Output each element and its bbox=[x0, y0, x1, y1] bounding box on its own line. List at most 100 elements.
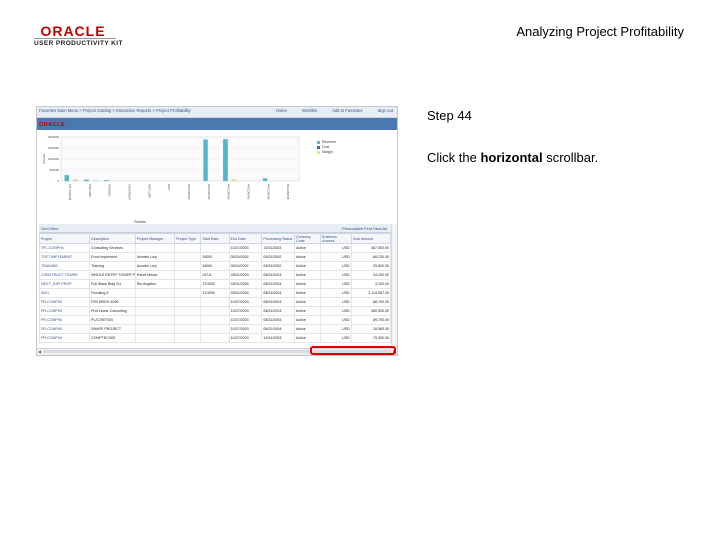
table-cell bbox=[174, 315, 202, 325]
project-link[interactable]: PR-CONPH3 bbox=[38, 315, 91, 325]
profitability-chart: 0 500000 1000000 1500000 2000000 Amount TFL-CO… bbox=[42, 135, 300, 223]
table-cell bbox=[174, 261, 202, 271]
grid-column-header[interactable]: Processing Status bbox=[261, 233, 296, 244]
table-row[interactable]: PR-CONPH3 Prof Linear Consulting 10/27/200… bbox=[38, 306, 392, 316]
breadcrumb[interactable]: Favorites Main Menu > Project Costing > … bbox=[39, 108, 191, 113]
project-link[interactable]: PR-CONPH3 bbox=[38, 297, 91, 307]
project-link[interactable]: 0001 bbox=[38, 288, 91, 298]
table-cell: Anneke Lizp bbox=[134, 261, 176, 271]
table-row[interactable]: TFL-CONPH4 Consulting Services 10/27/2003 1… bbox=[38, 243, 392, 253]
x-tick-label: PR-CONPH3 bbox=[207, 184, 211, 200]
table-cell bbox=[134, 315, 176, 325]
table-cell: Food Implement bbox=[89, 252, 136, 262]
table-cell: 29,500.00 bbox=[350, 261, 392, 271]
grid-column-header[interactable]: End Date bbox=[228, 233, 263, 244]
table-row[interactable]: PR-CONPH3 P2H BRDG 4099 10/27/2003 08/31/20… bbox=[38, 297, 392, 307]
oracle-upk-logo: ORACLE USER PRODUCTIVITY KIT bbox=[34, 24, 134, 47]
chart-legend: Revenue Cost Margin bbox=[317, 140, 336, 155]
chart-bar bbox=[231, 179, 237, 181]
grid-column-header[interactable]: Currency Code bbox=[294, 233, 322, 244]
table-cell: 2,114,567.00 bbox=[350, 288, 392, 298]
x-tick-label: TFL-CONPH4 bbox=[68, 184, 72, 201]
project-link[interactable]: PR-CONPH3 bbox=[38, 324, 91, 334]
table-cell: Training bbox=[89, 261, 136, 271]
project-link[interactable]: TFL-CONPH4 bbox=[38, 243, 91, 253]
scroll-left-arrow[interactable]: ◀ bbox=[37, 349, 42, 354]
x-tick-label: PR-CONPH5 bbox=[286, 184, 290, 200]
table-cell: 10/31/2003 bbox=[261, 333, 296, 343]
grid-title[interactable]: Grid View bbox=[41, 226, 58, 231]
instruction-suffix: scrollbar. bbox=[542, 150, 599, 165]
step-number: Step 44 bbox=[427, 108, 472, 123]
project-link[interactable]: PR-CONPH3 bbox=[38, 306, 91, 316]
table-cell bbox=[200, 297, 230, 307]
table-cell: 03/01/2004 bbox=[228, 279, 263, 289]
grid-column-header[interactable]: Business Amount bbox=[320, 233, 352, 244]
logo-divider bbox=[34, 38, 116, 39]
instruction-prefix: Click the bbox=[427, 150, 481, 165]
add-favorites-link[interactable]: Add to Favorites bbox=[332, 108, 363, 113]
x-tick-label: 0001 bbox=[167, 184, 171, 190]
legend-swatch bbox=[317, 151, 320, 154]
project-link[interactable]: NEXT_JUPI PROP bbox=[38, 279, 91, 289]
legend-swatch bbox=[317, 141, 320, 144]
table-cell: TZ4000 bbox=[200, 279, 230, 289]
grid-column-header[interactable]: Start Date bbox=[200, 233, 230, 244]
table-cell bbox=[174, 297, 202, 307]
y-axis-label: Amount bbox=[42, 154, 46, 165]
table-cell: 03/01/2004 bbox=[228, 288, 263, 298]
table-cell: Consulting Services bbox=[89, 243, 136, 253]
table-cell bbox=[200, 333, 230, 343]
table-cell: 3,200.00 bbox=[350, 279, 392, 289]
table-cell: 10/27/2003 bbox=[228, 324, 263, 334]
table-cell bbox=[174, 333, 202, 343]
table-cell: 34,250.00 bbox=[350, 270, 392, 280]
chart-bar bbox=[84, 179, 89, 182]
project-link[interactable]: TRAINING bbox=[38, 261, 91, 271]
document-title: Analyzing Project Profitability bbox=[516, 24, 684, 39]
table-row[interactable]: PR-CONPH3 SHAPE PROJECT 10/27/2003 08/31/20… bbox=[38, 324, 392, 334]
table-cell: 460,500.00 bbox=[350, 306, 392, 316]
grid-navigation[interactable]: Personalize Find View All bbox=[342, 226, 387, 231]
table-row[interactable]: NEXT_JUPI PROP Full Stack Bldg 2/4 Rio Ang… bbox=[38, 279, 392, 289]
grid-column-header[interactable]: Description bbox=[89, 233, 136, 244]
table-row[interactable]: CONSTRUCT TOWERWHOLE ENTRY TOWER PROJRan… bbox=[38, 270, 392, 280]
table-cell: CONPTECH09 bbox=[89, 333, 136, 343]
grid-column-header[interactable]: Project Manager bbox=[134, 233, 176, 244]
app-top-bar: Favorites Main Menu > Project Costing > … bbox=[37, 107, 397, 118]
y-tick-label: 500000 bbox=[50, 168, 60, 172]
table-cell: Active bbox=[294, 270, 322, 280]
grid-column-header[interactable]: Project bbox=[38, 233, 91, 244]
table-row[interactable]: PR-CONPH3 PL/CONT004 10/27/2003 08/31/2004 A… bbox=[38, 315, 392, 325]
table-cell: 467,500.00 bbox=[350, 243, 392, 253]
grid-column-header[interactable]: Cost Amount bbox=[350, 233, 392, 244]
x-tick-label: PR-CONPH4 bbox=[266, 184, 270, 200]
table-cell: 08/31/2004 bbox=[261, 324, 296, 334]
table-cell: 08/31/2004 bbox=[261, 315, 296, 325]
table-cell: USD bbox=[320, 315, 352, 325]
table-row[interactable]: TOFT-IMPLEMENT Food Implement Anneke Lizp 3… bbox=[38, 252, 392, 262]
table-cell bbox=[174, 306, 202, 316]
home-link[interactable]: Home bbox=[276, 108, 287, 113]
table-cell: 18,560.00 bbox=[350, 324, 392, 334]
vertical-scrollbar[interactable] bbox=[391, 224, 397, 348]
grid-header: Grid View Personalize Find View All bbox=[39, 224, 391, 233]
table-cell: 08/31/2004 bbox=[261, 270, 296, 280]
grid-column-header[interactable]: Project Type bbox=[174, 233, 202, 244]
table-cell: 05/24/2002 bbox=[228, 252, 263, 262]
table-row[interactable]: TRAINING Training Anneke Lizp 34000 05/24/20… bbox=[38, 261, 392, 271]
project-link[interactable]: CONSTRUCT TOWER bbox=[38, 270, 91, 280]
sign-out-link[interactable]: Sign out bbox=[378, 108, 393, 113]
table-cell: Randi Meola bbox=[134, 270, 176, 280]
table-row[interactable]: 0001 Fiscaling # TZ4000 03/01/2004 08/31/200… bbox=[38, 288, 392, 298]
table-cell: TZ4000 bbox=[200, 288, 230, 298]
project-link[interactable]: PR-CONPH4 bbox=[38, 333, 91, 343]
table-cell: USD bbox=[320, 270, 352, 280]
table-cell: 08/31/2004 bbox=[261, 279, 296, 289]
project-link[interactable]: TOFT-IMPLEMENT bbox=[38, 252, 91, 262]
table-cell bbox=[134, 306, 176, 316]
table-cell: 10/27/2003 bbox=[228, 333, 263, 343]
table-cell: USD bbox=[320, 333, 352, 343]
worklist-link[interactable]: Worklist bbox=[302, 108, 317, 113]
table-row[interactable]: PR-CONPH4 CONPTECH09 10/27/2003 10/31/2003 A… bbox=[38, 333, 392, 343]
